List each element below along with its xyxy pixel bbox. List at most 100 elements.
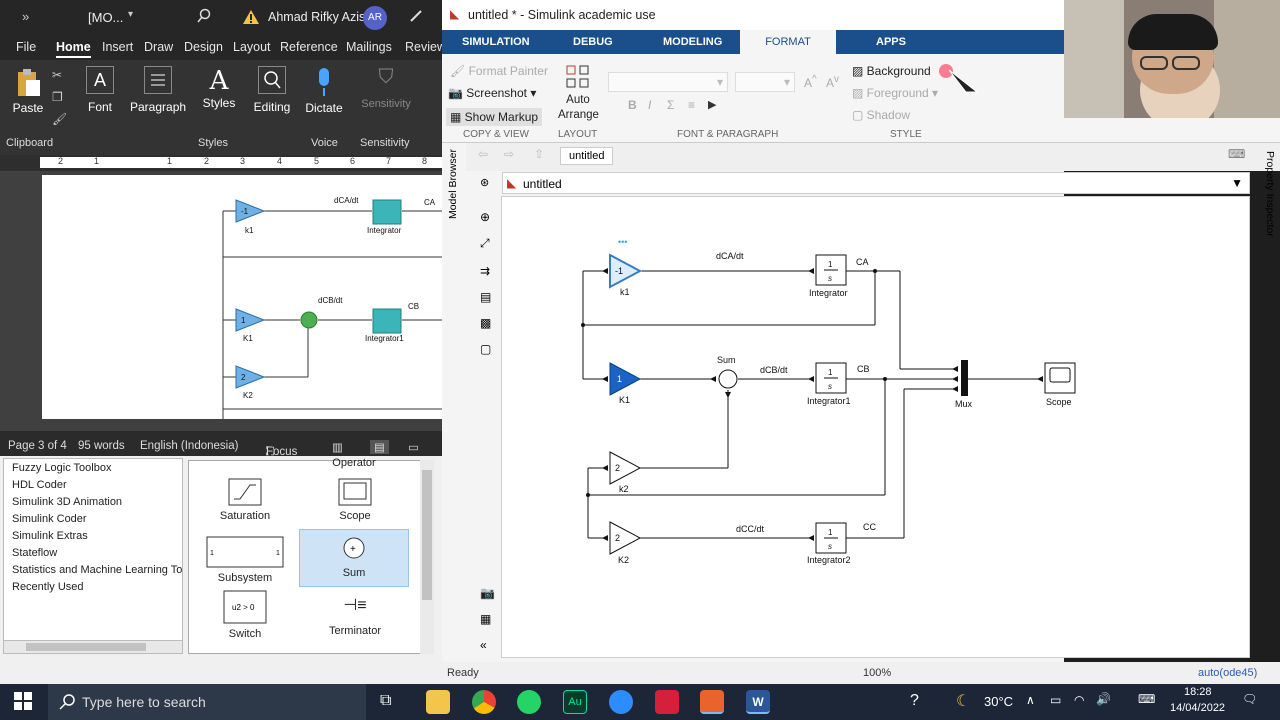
keyboard-icon[interactable]: ⌨: [1228, 147, 1245, 161]
taskbar-search[interactable]: Type here to search: [48, 684, 366, 720]
switch-block[interactable]: u2 > 0 Switch: [211, 589, 279, 640]
zoom-icon[interactable]: ⊕: [480, 210, 490, 224]
screenshot-icon[interactable]: 📷: [480, 586, 495, 600]
copy-icon[interactable]: ❐: [52, 90, 63, 104]
format-painter-button[interactable]: 🖌 Format Painter: [450, 64, 548, 78]
format-painter-icon[interactable]: 🖌: [52, 112, 67, 126]
align-icon[interactable]: ≡: [688, 98, 695, 112]
model-canvas[interactable]: ••• -1 k1 dCA/dt 1 s Integrator CA 1 K1 …: [501, 196, 1250, 658]
tab-untitled[interactable]: untitled: [560, 147, 614, 165]
area-icon[interactable]: ▢: [480, 342, 491, 356]
chevron-down-icon[interactable]: ▼: [1231, 176, 1243, 190]
arrow-icon[interactable]: ⇉: [480, 264, 490, 278]
expand-icon[interactable]: »: [22, 9, 29, 24]
volume-icon[interactable]: 🔊: [1096, 692, 1111, 706]
model-browser-tab[interactable]: Model Browser: [442, 143, 466, 229]
paste-button[interactable]: Paste: [10, 68, 46, 115]
font-shrink-icon[interactable]: Av: [826, 74, 839, 90]
sensitivity-button[interactable]: ⛉ Sensitivity: [358, 66, 414, 110]
editing-button[interactable]: Editing: [250, 66, 294, 114]
list-item[interactable]: Stateflow: [12, 547, 57, 559]
vertical-scrollbar[interactable]: [420, 460, 434, 654]
tab-references[interactable]: References: [280, 40, 338, 54]
network-icon[interactable]: ▭: [1050, 693, 1061, 707]
list-item[interactable]: Simulink 3D Animation: [12, 496, 122, 508]
tab-format[interactable]: FORMAT: [740, 30, 836, 54]
avatar[interactable]: AR: [363, 6, 387, 30]
shadow-button[interactable]: ▢ Shadow: [852, 108, 910, 122]
up-icon[interactable]: ⇧: [534, 147, 544, 161]
bold-icon[interactable]: B: [628, 98, 637, 112]
saturation-block[interactable]: Saturation: [211, 477, 279, 522]
italic-icon[interactable]: I: [648, 98, 651, 112]
tab-file[interactable]: File: [16, 40, 36, 54]
foreground-button[interactable]: ▨ Foreground ▾: [852, 86, 938, 100]
page-count[interactable]: Page 3 of 4: [8, 440, 67, 452]
tab-debug[interactable]: DEBUG: [573, 36, 613, 48]
tab-home[interactable]: Home: [56, 40, 91, 58]
temperature[interactable]: 30°C: [984, 694, 1013, 709]
tab-draw[interactable]: Draw: [144, 40, 173, 54]
scope-block[interactable]: Scope: [321, 477, 389, 522]
print-layout-icon[interactable]: ▤: [370, 440, 389, 454]
cut-icon[interactable]: ✂: [52, 68, 62, 82]
tab-apps[interactable]: APPS: [876, 36, 906, 48]
list-item[interactable]: Statistics and Machine Learning To: [12, 564, 182, 576]
tab-review[interactable]: Review: [405, 40, 442, 54]
paragraph-button[interactable]: Paragraph: [130, 66, 186, 114]
matlab-icon[interactable]: [700, 690, 724, 714]
font-button[interactable]: A Font: [82, 66, 118, 114]
chrome-icon[interactable]: [472, 690, 496, 714]
document-page[interactable]: -1 1 2 dCA/dt CA k1 Integrator dCB/dt CB…: [42, 175, 442, 419]
breadcrumb[interactable]: ◣ untitled ▼: [502, 172, 1250, 194]
file-explorer-icon[interactable]: [426, 690, 450, 714]
zoom-app-icon[interactable]: [609, 690, 633, 714]
annotation-icon[interactable]: ▤: [480, 290, 491, 304]
auto-arrange-button[interactable]: Auto Arrange: [558, 64, 599, 123]
tab-simulation[interactable]: SIMULATION: [462, 36, 530, 48]
sigma-icon[interactable]: Σ: [667, 98, 674, 112]
audition-icon[interactable]: Au: [563, 690, 587, 714]
sum-block[interactable]: + Sum: [299, 529, 409, 587]
whatsapp-icon[interactable]: [517, 690, 541, 714]
weather-icon[interactable]: ☾: [956, 691, 970, 711]
background-button[interactable]: ▨ Background: [852, 64, 931, 78]
image-icon[interactable]: ▩: [480, 316, 491, 330]
language[interactable]: English (Indonesia): [140, 440, 238, 452]
wifi-icon[interactable]: ◠: [1074, 693, 1084, 707]
word-count[interactable]: 95 words: [78, 440, 125, 452]
forward-icon[interactable]: ⇨: [504, 147, 514, 161]
clock-date[interactable]: 14/04/2022: [1170, 702, 1225, 714]
subsystem-block[interactable]: 11 Subsystem: [203, 533, 287, 584]
fit-view-icon[interactable]: ⤢: [480, 236, 490, 251]
chevron-down-icon[interactable]: ▾: [128, 9, 133, 20]
help-icon[interactable]: ?: [910, 692, 919, 710]
explorer-bar-icon[interactable]: ▦: [480, 612, 491, 626]
styles-button[interactable]: A Styles: [198, 66, 240, 110]
back-icon[interactable]: ⇦: [478, 147, 488, 161]
horizontal-scrollbar[interactable]: [3, 640, 183, 654]
collapse-icon[interactable]: «: [480, 638, 487, 652]
read-mode-icon[interactable]: ▥: [332, 440, 343, 454]
list-item[interactable]: Recently Used: [12, 581, 84, 593]
notification-icon[interactable]: 🗨: [1242, 692, 1257, 706]
clock-time[interactable]: 18:28: [1184, 686, 1212, 698]
font-grow-icon[interactable]: A^: [804, 74, 817, 90]
show-markup-button[interactable]: ▦ Show Markup: [446, 108, 543, 126]
task-view-icon[interactable]: ⧉: [380, 692, 391, 710]
font-name-dropdown[interactable]: ▾: [608, 72, 728, 92]
list-item[interactable]: Simulink Extras: [12, 530, 88, 542]
font-size-dropdown[interactable]: ▾: [735, 72, 795, 92]
tab-mailings[interactable]: Mailings: [346, 40, 392, 54]
windows-start-icon[interactable]: [14, 692, 32, 713]
web-layout-icon[interactable]: ▭: [408, 440, 419, 454]
property-inspector-tab[interactable]: Property Inspector: [1262, 143, 1280, 243]
hide-icon[interactable]: ⊛: [480, 176, 489, 189]
screenshot-button[interactable]: 📷 Screenshot ▾: [448, 86, 536, 100]
list-item[interactable]: Fuzzy Logic Toolbox: [12, 462, 111, 474]
list-item[interactable]: Simulink Coder: [12, 513, 87, 525]
mendeley-icon[interactable]: [655, 690, 679, 714]
tab-insert[interactable]: Insert: [102, 40, 133, 54]
keyboard-icon[interactable]: ⌨: [1138, 692, 1155, 706]
solver-link[interactable]: auto(ode45): [1198, 667, 1257, 679]
